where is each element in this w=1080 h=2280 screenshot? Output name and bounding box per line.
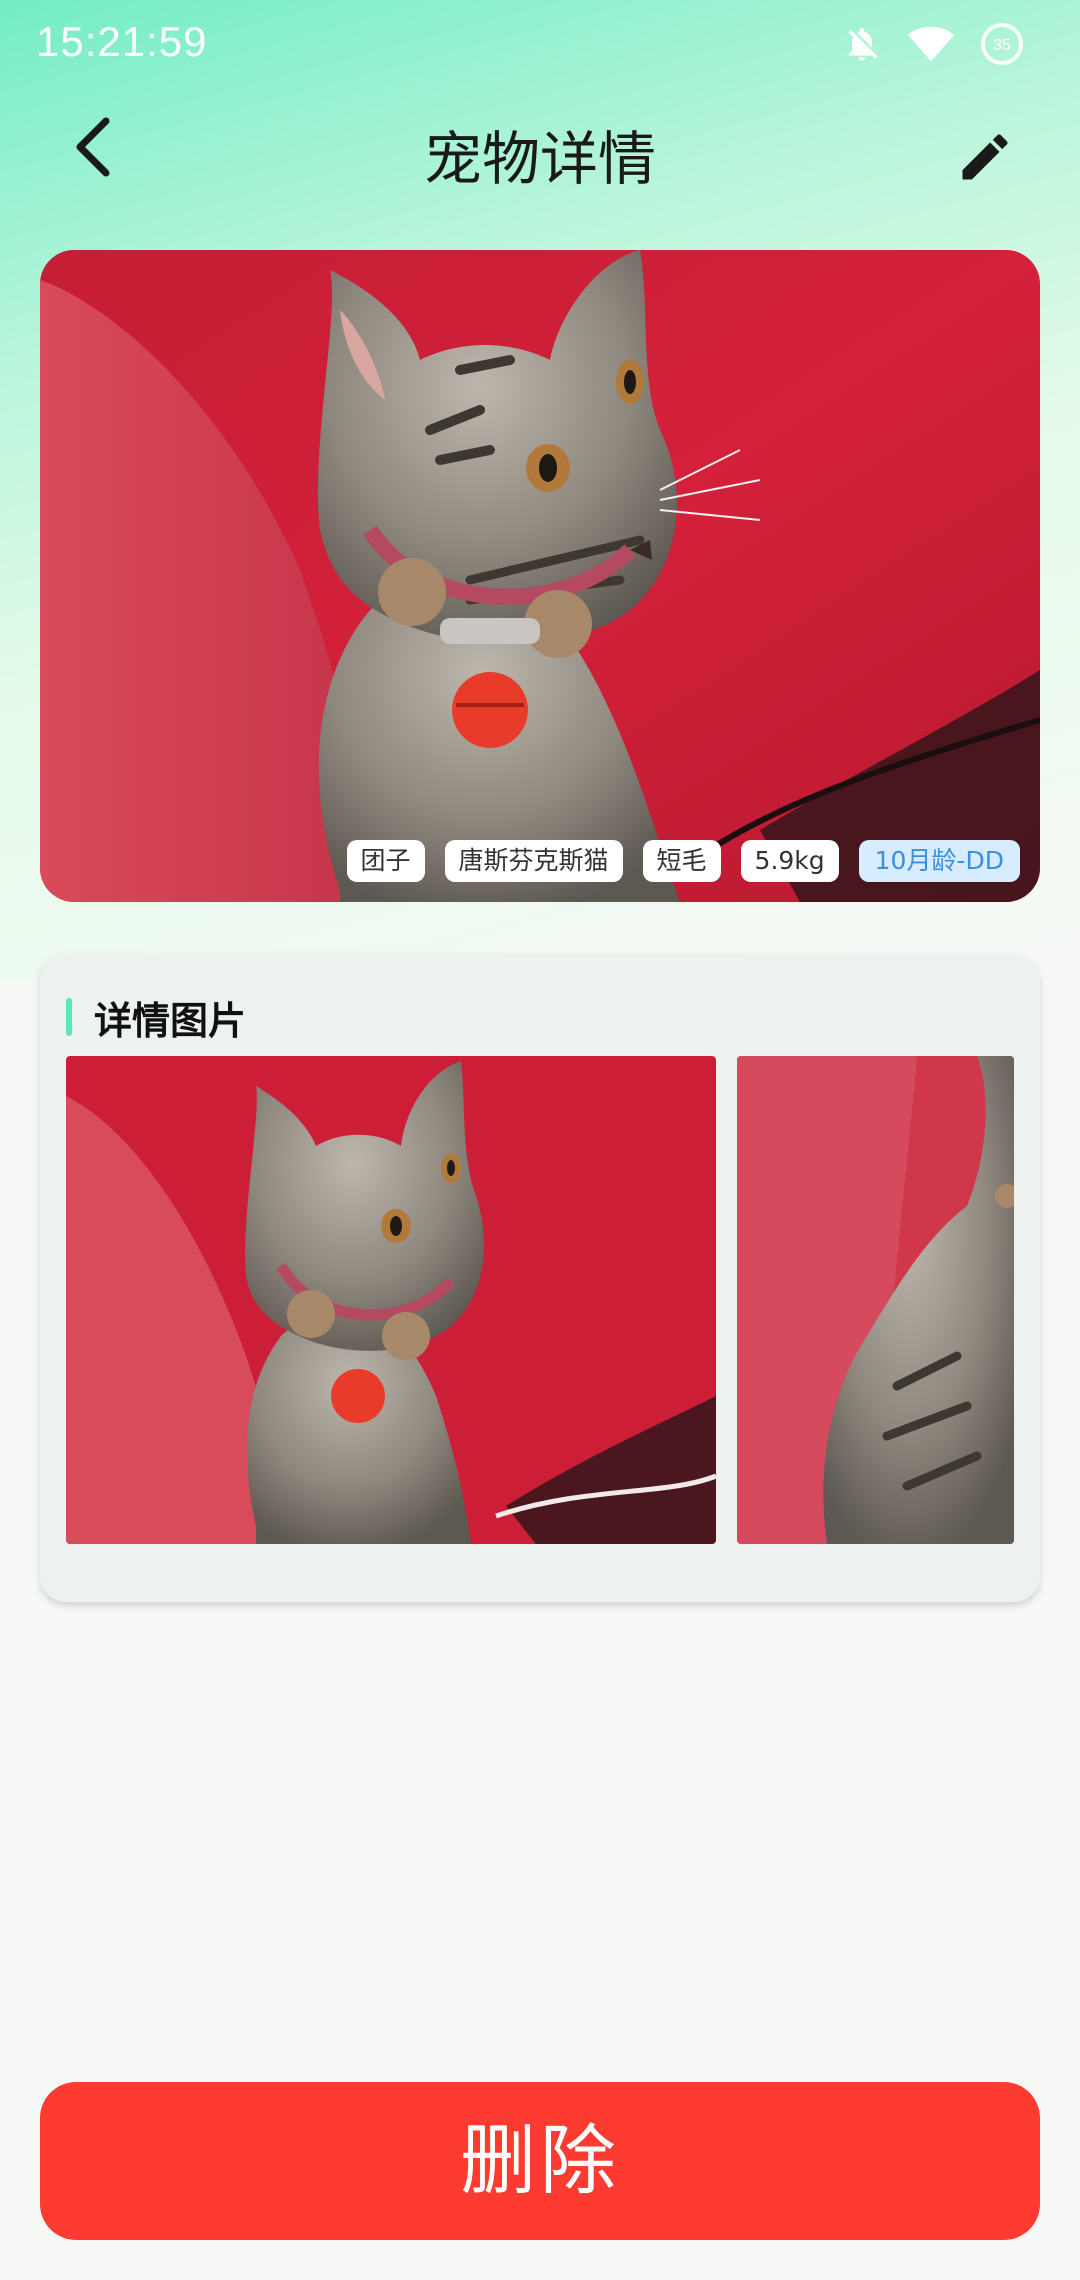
- battery-icon: 35: [980, 22, 1024, 66]
- pet-photo: [40, 250, 1040, 902]
- status-time: 15:21:59: [36, 18, 208, 65]
- pet-age-tag: 10月龄-DD: [858, 840, 1020, 882]
- pet-coat-tag: 短毛: [642, 840, 721, 882]
- section-header: 详情图片: [66, 996, 246, 1043]
- pet-photo-card[interactable]: 团子 唐斯芬克斯猫 短毛 5.9kg 10月龄-DD: [40, 250, 1040, 902]
- detail-image-2[interactable]: [737, 1056, 1014, 1544]
- wifi-icon: [908, 24, 954, 64]
- status-icons: 35: [842, 22, 1024, 66]
- page-title: 宠物详情: [423, 125, 656, 193]
- pet-weight-tag: 5.9kg: [740, 840, 839, 882]
- battery-level: 35: [993, 37, 1011, 54]
- pet-name-tag: 团子: [346, 840, 425, 882]
- bell-off-icon: [842, 24, 882, 64]
- delete-button[interactable]: 删除: [40, 2082, 1040, 2240]
- section-title: 详情图片: [94, 998, 247, 1043]
- edit-button[interactable]: [940, 114, 1030, 204]
- pet-tags: 团子 唐斯芬克斯猫 短毛 5.9kg 10月龄-DD: [346, 840, 1020, 882]
- detail-image-1[interactable]: [66, 1056, 716, 1544]
- detail-photo-1: [66, 1056, 716, 1544]
- detail-images-card: 详情图片: [40, 954, 1040, 1602]
- status-bar: 15:21:59 35: [0, 0, 1080, 90]
- section-accent-bar: [66, 998, 72, 1036]
- pet-breed-tag: 唐斯芬克斯猫: [444, 840, 623, 882]
- detail-photo-2: [737, 1056, 1014, 1544]
- app-header: 宠物详情: [0, 90, 1080, 230]
- pencil-icon: [955, 127, 1015, 191]
